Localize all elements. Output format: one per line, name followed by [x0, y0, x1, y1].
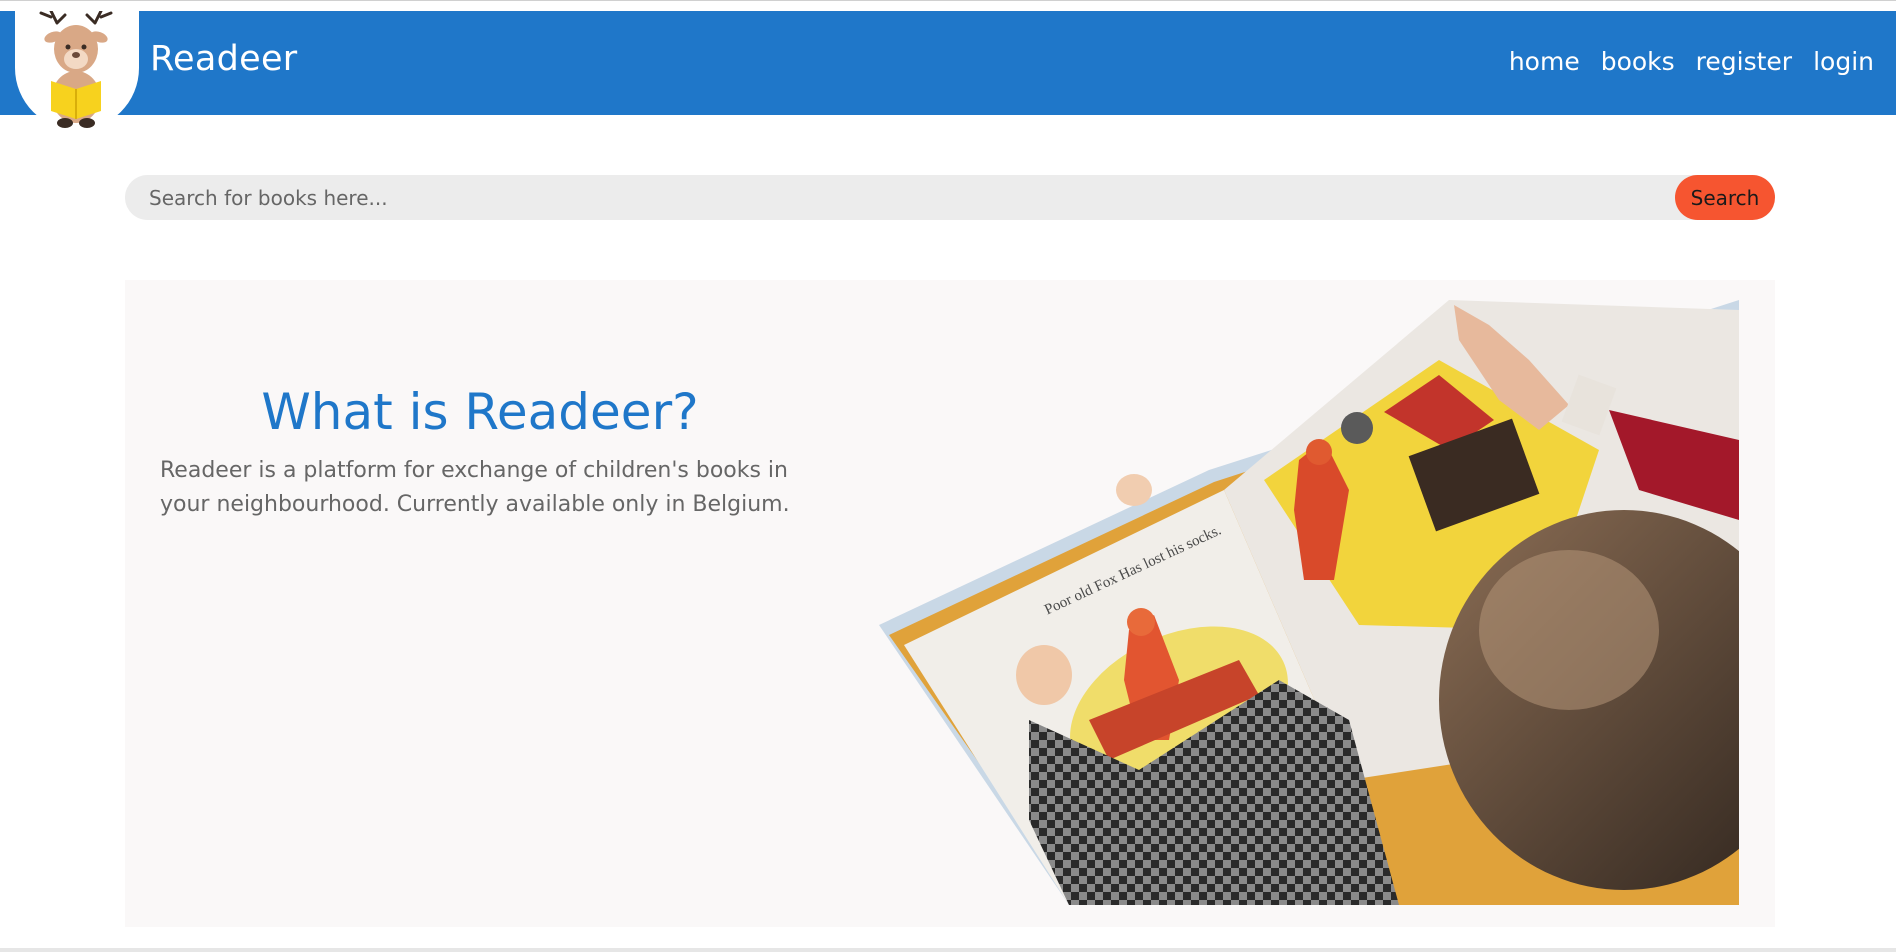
main-nav: home books register login	[1509, 47, 1874, 76]
browser-top-strip	[0, 0, 1896, 11]
nav-home[interactable]: home	[1509, 47, 1580, 76]
logo[interactable]	[15, 11, 139, 130]
nav-login[interactable]: login	[1813, 47, 1874, 76]
search-bar: Search	[125, 175, 1775, 220]
child-reading-photo: Poor old Fox Has lost his socks.	[879, 300, 1739, 905]
page-bottom-divider	[0, 948, 1896, 952]
nav-books[interactable]: books	[1601, 47, 1675, 76]
hero-description: Readeer is a platform for exchange of ch…	[160, 458, 790, 517]
hero-title: What is Readeer?	[261, 383, 699, 441]
nav-register[interactable]: register	[1696, 47, 1792, 76]
brand-title[interactable]: Readeer	[150, 39, 298, 79]
navbar: Readeer home books register login	[0, 11, 1896, 130]
reading-deer-icon	[39, 11, 113, 128]
search-input[interactable]	[125, 175, 1675, 220]
search-button[interactable]: Search	[1675, 175, 1775, 220]
hero-section: What is Readeer? Readeer is a platform f…	[125, 280, 1775, 927]
